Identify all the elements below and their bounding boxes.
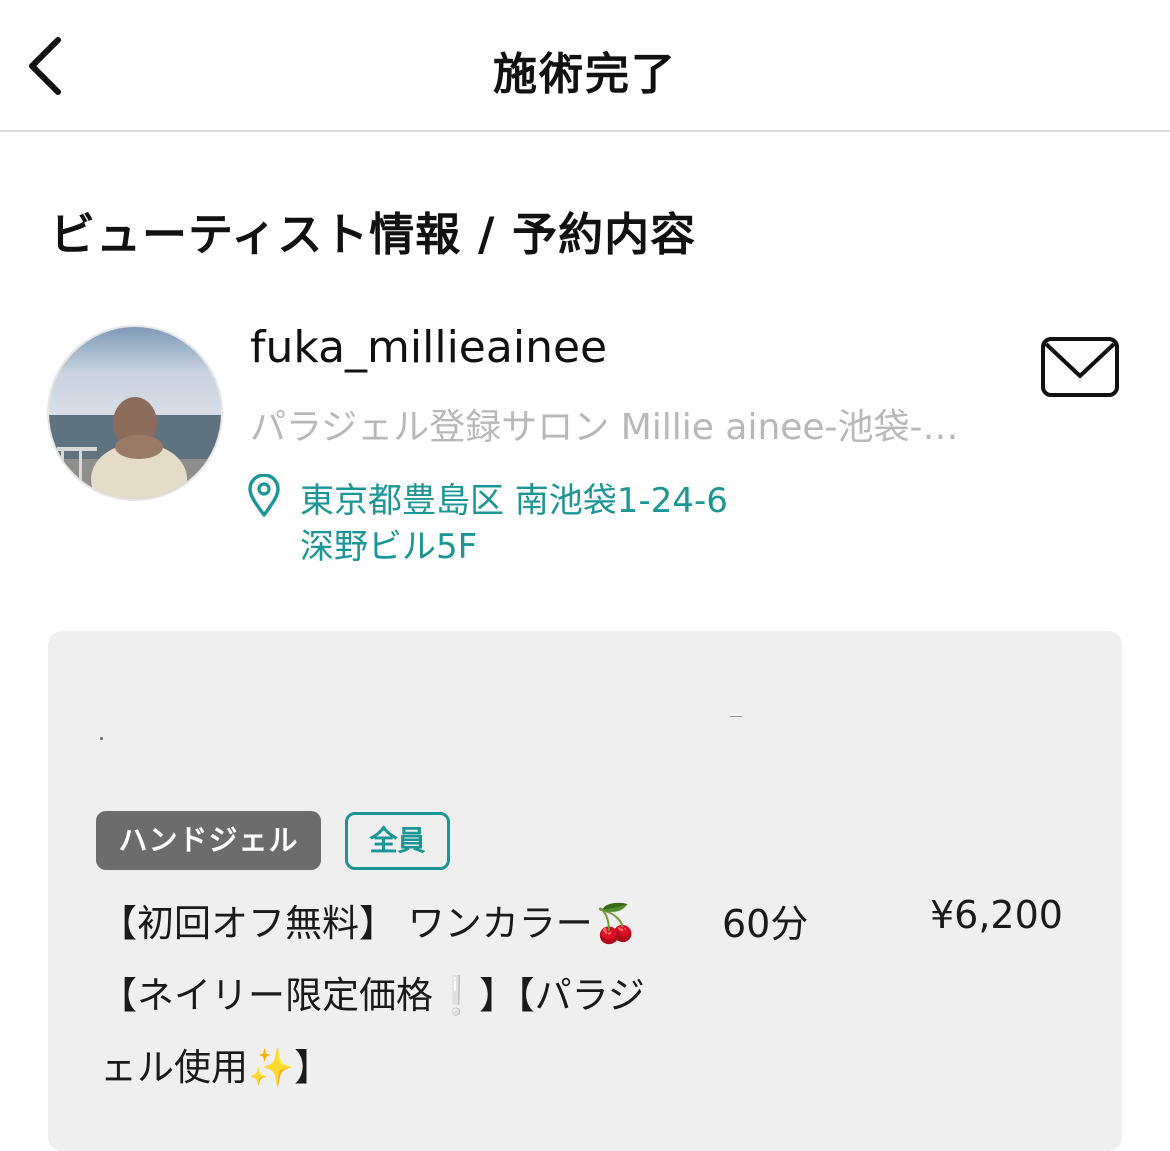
menu-duration: 60分 [722,902,809,946]
message-button[interactable] [1040,336,1120,398]
salon-name[interactable]: パラジェル登録サロン Millie ainee-池袋-… [250,398,990,450]
menu-name: 【初回オフ無料】 ワンカラー🍒 【ネイリー限定価格❕】【パラジ ェル使用✨】 [100,888,680,1104]
menu-line-1: 【初回オフ無料】 ワンカラー🍒 [100,902,639,945]
section-title: ビューティスト情報 / 予約内容 [50,208,697,261]
stylist-avatar[interactable] [47,325,223,501]
address-line-2: 深野ビル5F [300,527,478,567]
audience-tag: 全員 [345,812,450,870]
address-line-1: 東京都豊島区 南池袋1-24-6 [300,481,728,521]
navigation-bar: 施術完了 [0,0,1170,132]
page-title: 施術完了 [493,49,677,100]
envelope-icon [1041,337,1119,397]
salon-address[interactable]: 東京都豊島区 南池袋1-24-6 深野ビル5F [300,478,860,570]
category-tag: ハンドジェル [96,811,321,870]
card-artifact-dot [100,737,103,740]
stylist-username[interactable]: fuka_millieainee [250,322,607,373]
menu-price: ¥6,200 [930,893,1063,937]
menu-line-2: 【ネイリー限定価格❕】【パラジ [100,974,645,1017]
stylist-avatar-photo [49,327,221,499]
map-pin-icon [246,473,282,518]
menu-line-3: ェル使用✨】 [100,1046,332,1089]
card-artifact-dash [730,716,742,717]
